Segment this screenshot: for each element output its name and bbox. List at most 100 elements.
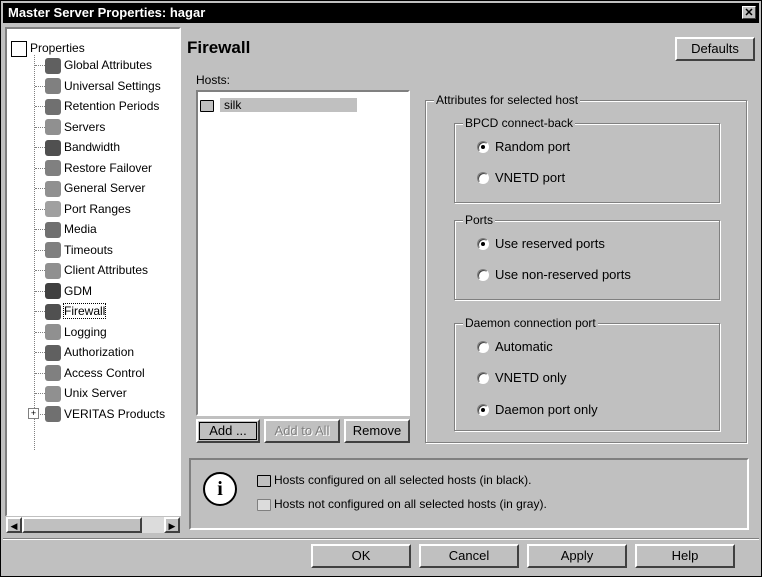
automatic-radio[interactable]: Automatic (477, 337, 553, 357)
radio-checked-icon (477, 140, 489, 153)
add-to-all-button-label: Add to All (274, 423, 330, 438)
tree-item-globe[interactable]: Universal Settings (45, 77, 161, 95)
radio-unchecked-icon (477, 340, 489, 353)
tree-horizontal-scrollbar[interactable]: ◀ ▶ (5, 516, 181, 534)
unix-icon (45, 385, 61, 402)
tree-guide-line (34, 55, 35, 450)
hosts-list[interactable]: silk (196, 90, 410, 416)
tree-item-bandwidth[interactable]: Bandwidth (45, 138, 120, 156)
products-icon (45, 406, 61, 423)
tree-item-label: General Server (64, 181, 146, 195)
tree-item-label: Firewall (62, 303, 107, 319)
tree-item-label: GDM (64, 283, 92, 298)
cancel-button[interactable]: Cancel (419, 544, 519, 568)
tree-branch-line (35, 352, 45, 353)
tree-item-log[interactable]: Logging (45, 323, 107, 341)
tree-item-globe[interactable]: Global Attributes (45, 56, 152, 74)
vnetd-only-radio[interactable]: VNETD only (477, 368, 567, 388)
globe-icon (45, 78, 61, 95)
close-button[interactable]: ✕ (742, 6, 756, 19)
tree-branch-line (35, 126, 45, 128)
random-port-radio[interactable]: Random port (477, 137, 570, 157)
tree-item-client[interactable]: Client Attributes (45, 261, 148, 279)
attributes-group: Attributes for selected host BPCD connec… (425, 93, 747, 443)
scroll-right-arrow-icon[interactable]: ▶ (164, 517, 180, 533)
properties-tree[interactable]: Properties Global Attributes Universal Se… (5, 27, 181, 517)
tree-item-label: Retention Periods (64, 99, 160, 113)
add-host-button[interactable]: Add ... (196, 419, 260, 443)
tree-item-server[interactable]: Servers (45, 118, 105, 136)
bandwidth-icon (45, 139, 61, 156)
tree-item-label: Authorization (64, 345, 135, 359)
tree-item-products[interactable]: VERITAS Products (45, 405, 165, 423)
random-port-label: Random port (495, 139, 571, 154)
access-icon (45, 365, 61, 382)
tree-item-label: Bandwidth (64, 140, 121, 154)
ok-button[interactable]: OK (311, 544, 411, 568)
host-label: silk (220, 98, 358, 112)
host-list-item[interactable]: silk (200, 95, 386, 115)
info-icon: i (203, 472, 237, 506)
info-gray-text: Hosts not configured on all selected hos… (274, 497, 547, 511)
log-icon (45, 324, 61, 341)
window-title: Master Server Properties: hagar (8, 5, 206, 20)
info-black-text: Hosts configured on all selected hosts (… (274, 473, 532, 487)
defaults-button[interactable]: Defaults (675, 37, 755, 61)
daemon-port-only-radio[interactable]: Daemon port only (477, 400, 598, 420)
daemon-port-only-label: Daemon port only (495, 402, 598, 417)
tree-item-label: Client Attributes (64, 263, 149, 277)
port-icon (45, 201, 61, 218)
tree-item-auth[interactable]: Authorization (45, 343, 134, 361)
tree-item-label: VERITAS Products (64, 406, 166, 421)
apply-button[interactable]: Apply (527, 544, 627, 568)
tree-item-label: Servers (64, 119, 106, 134)
master-server-properties-window: Master Server Properties: hagar ✕ Proper… (0, 0, 762, 577)
tree-branch-line (35, 208, 45, 210)
tree-item-label: Universal Settings (64, 78, 161, 93)
tree-root-label: Properties (30, 41, 85, 55)
tree-item-label: Unix Server (64, 386, 127, 400)
tree-item-port[interactable]: Port Ranges (45, 200, 131, 218)
scroll-thumb[interactable] (22, 517, 142, 533)
use-non-reserved-ports-label: Use non-reserved ports (495, 267, 631, 282)
radio-unchecked-icon (477, 171, 489, 184)
ports-group: Ports Use reserved ports Use non-reserve… (454, 213, 720, 300)
server-icon (45, 119, 61, 136)
vnetd-only-label: VNETD only (495, 370, 567, 385)
footer-divider (3, 538, 759, 540)
tree-item-failover[interactable]: Restore Failover (45, 159, 152, 177)
help-button-label: Help (671, 548, 699, 563)
scroll-left-arrow-icon[interactable]: ◀ (6, 517, 22, 533)
tree-root[interactable]: Properties (11, 40, 85, 57)
tree-item-label: Port Ranges (64, 201, 131, 216)
tree-item-unix[interactable]: Unix Server (45, 384, 127, 402)
tree-item-clock[interactable]: Retention Periods (45, 97, 159, 115)
add-to-all-button[interactable]: Add to All (264, 419, 340, 443)
firewall-icon (45, 303, 61, 320)
remove-button[interactable]: Remove (344, 419, 410, 443)
tree-item-timer[interactable]: Timeouts (45, 241, 113, 259)
clock-icon (45, 98, 61, 115)
tree-expand-icon[interactable]: + (28, 407, 39, 419)
title-bar[interactable]: Master Server Properties: hagar ✕ (3, 3, 759, 23)
help-button[interactable]: Help (635, 544, 735, 568)
use-reserved-ports-radio[interactable]: Use reserved ports (477, 234, 605, 254)
tree-item-label: Access Control (64, 365, 145, 380)
tree-branch-line (35, 188, 45, 189)
daemon-group-label: Daemon connection port (463, 316, 598, 330)
info-box: i Hosts configured on all selected hosts… (189, 458, 749, 530)
auth-icon (45, 344, 61, 361)
hosts-label: Hosts: (196, 73, 231, 87)
tree-item-media[interactable]: Media (45, 220, 97, 238)
tree-item-access[interactable]: Access Control (45, 364, 145, 382)
use-non-reserved-ports-radio[interactable]: Use non-reserved ports (477, 265, 631, 285)
info-line-black: Hosts configured on all selected hosts (… (257, 470, 531, 490)
tree-branch-line (35, 311, 45, 312)
tree-item-firewall[interactable]: Firewall (45, 302, 107, 320)
page-title: Firewall (187, 38, 251, 57)
vnetd-port-radio[interactable]: VNETD port (477, 168, 565, 188)
tree-item-label: Logging (64, 324, 107, 339)
tree-item-server[interactable]: General Server (45, 179, 145, 197)
tree-item-gdm[interactable]: GDM (45, 282, 92, 300)
attributes-group-label: Attributes for selected host (434, 93, 581, 107)
